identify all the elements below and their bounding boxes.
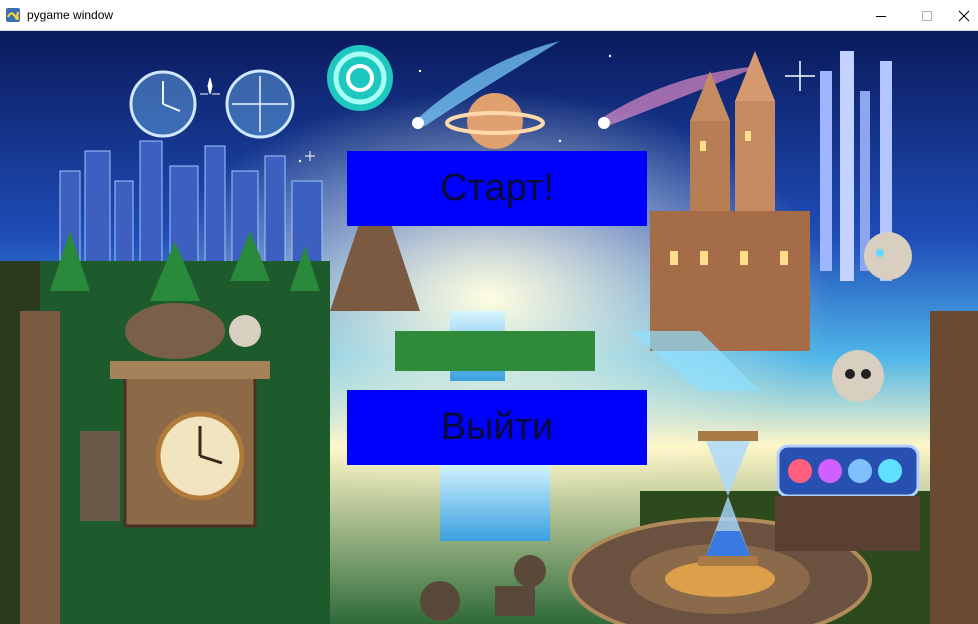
title-bar: pygame window bbox=[0, 0, 978, 31]
crystal-orbs-case bbox=[775, 444, 920, 551]
maximize-icon bbox=[922, 10, 932, 21]
start-button[interactable]: Старт! bbox=[347, 151, 647, 226]
close-icon bbox=[958, 10, 970, 21]
quit-button[interactable]: Выйти bbox=[347, 390, 647, 465]
spiral-portal bbox=[327, 45, 393, 111]
quit-button-label: Выйти bbox=[440, 406, 554, 448]
start-button-label: Старт! bbox=[440, 167, 554, 209]
window-title: pygame window bbox=[27, 8, 114, 22]
pygame-snake-icon bbox=[6, 8, 20, 22]
minimize-icon bbox=[876, 15, 886, 17]
background-art bbox=[0, 31, 978, 624]
game-canvas[interactable]: Старт! Выйти bbox=[0, 31, 978, 624]
minimize-button[interactable] bbox=[858, 0, 904, 31]
close-button[interactable] bbox=[950, 0, 978, 31]
maximize-button[interactable] bbox=[904, 0, 950, 31]
